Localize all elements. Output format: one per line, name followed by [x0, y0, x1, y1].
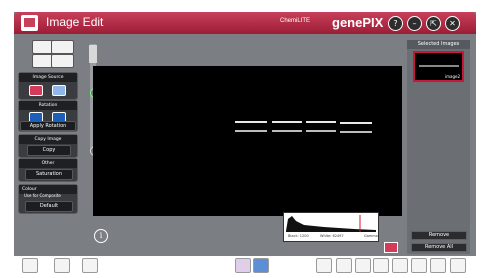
gel-band: [235, 121, 267, 123]
other-section: Other Saturation: [18, 158, 78, 182]
compare-icon[interactable]: [392, 258, 408, 273]
magnify-icon[interactable]: [316, 258, 332, 273]
saturation-button[interactable]: Saturation: [25, 169, 73, 180]
other-heading: Other: [19, 159, 77, 168]
gel-band: [272, 130, 302, 132]
image-source-primary-button[interactable]: [29, 85, 43, 96]
info-icon[interactable]: i: [94, 229, 108, 243]
image-edit-app-icon: [21, 15, 38, 31]
back-icon[interactable]: [82, 258, 98, 273]
gel-band: [340, 131, 372, 133]
minimize-icon[interactable]: –: [407, 16, 422, 31]
selected-images-heading: Selected Images: [407, 40, 470, 49]
print-icon[interactable]: [373, 258, 389, 273]
gel-band: [340, 122, 372, 124]
image-source-section: Image Source: [18, 72, 78, 100]
image-source-secondary-button[interactable]: [52, 85, 66, 96]
layout-icon[interactable]: [430, 258, 446, 273]
rotation-heading: Rotation: [19, 101, 77, 110]
image-source-heading: Image Source: [19, 73, 77, 82]
copy-image-heading: Copy Image: [19, 135, 77, 144]
selected-image-thumbnail[interactable]: image2: [413, 51, 464, 82]
left-toolbar: Image Source Rotation Apply Rotation Cop…: [18, 38, 78, 243]
histogram-chart: [286, 215, 376, 232]
black-level-label: Black: 1200: [288, 234, 309, 238]
selected-images-panel: Selected Images image2 Remove Remove All: [407, 40, 470, 254]
brand-genepix: genePIX: [332, 15, 384, 30]
help-icon[interactable]: ?: [388, 16, 403, 31]
annotate-tool-icon[interactable]: [51, 40, 74, 54]
tool-icon[interactable]: [411, 258, 427, 273]
up-icon[interactable]: [253, 258, 269, 273]
brand-chemilite: ChemiLITE: [280, 18, 311, 24]
export-icon[interactable]: [450, 258, 466, 273]
close-icon[interactable]: ✕: [445, 16, 460, 31]
histogram-curve: [286, 216, 376, 232]
apply-rotation-button[interactable]: Apply Rotation: [20, 121, 76, 131]
merge-tool-icon[interactable]: [51, 54, 74, 68]
title-bar: Image Edit ChemiLITE genePIX ? – ⇱ ✕: [14, 12, 476, 34]
histogram-panel[interactable]: Black: 1200 White: 62497 Gamma: [283, 212, 379, 242]
capture-icon[interactable]: [54, 258, 70, 273]
gel-band: [235, 130, 267, 132]
thumbnail-label: image2: [444, 74, 460, 79]
default-button[interactable]: Default: [25, 201, 73, 212]
gel-image-canvas[interactable]: [93, 66, 402, 216]
histogram-toggle-icon[interactable]: [384, 242, 398, 253]
restore-icon[interactable]: ⇱: [426, 16, 441, 31]
thumbnail-band: [419, 65, 459, 67]
gel-band: [306, 130, 336, 132]
colour-section: Colour Use for Composite Default: [18, 184, 78, 214]
home-icon[interactable]: [22, 258, 38, 273]
gamma-label: Gamma: [364, 234, 378, 238]
copy-image-section: Copy Image Copy: [18, 134, 78, 158]
gel-band: [272, 121, 302, 123]
white-level-label: White: 62497: [320, 234, 344, 238]
window-title: Image Edit: [46, 15, 104, 29]
gel-band: [306, 121, 336, 123]
use-for-composite-checkbox[interactable]: Use for Composite: [24, 193, 61, 198]
monitor-icon[interactable]: [355, 258, 371, 273]
image-icon[interactable]: [235, 258, 251, 273]
copy-button[interactable]: Copy: [27, 145, 71, 156]
chart-icon[interactable]: [336, 258, 352, 273]
bottom-toolbar: [14, 256, 476, 278]
zoom-slider-handle[interactable]: [89, 45, 97, 63]
remove-all-button[interactable]: Remove All: [411, 243, 467, 252]
remove-button[interactable]: Remove: [411, 231, 467, 240]
